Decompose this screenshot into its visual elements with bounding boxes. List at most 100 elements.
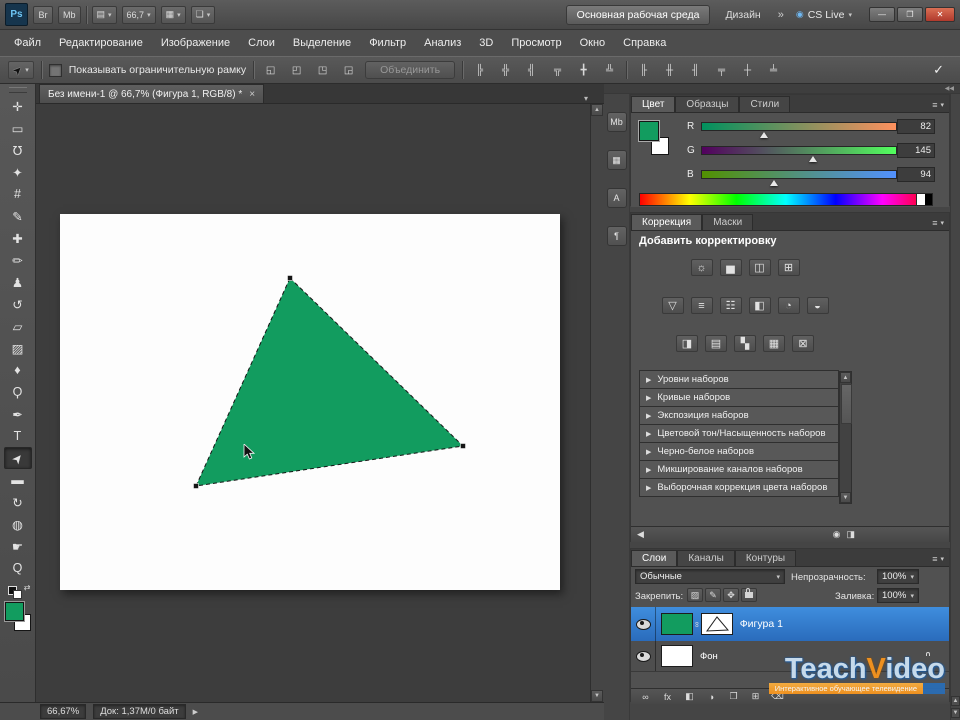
list-item[interactable]: ▶ Экспозиция наборов <box>639 406 839 425</box>
green-value-field[interactable]: 145 <box>897 143 935 158</box>
dock-collapse-strip[interactable]: ◀◀ <box>604 84 960 94</box>
green-slider-track[interactable] <box>701 146 897 155</box>
anchor-point[interactable] <box>460 443 466 449</box>
panel-icon-mini-bridge[interactable]: Mb <box>606 112 627 132</box>
layer-thumbnail[interactable] <box>661 613 693 635</box>
workspace-overflow-button[interactable]: » <box>776 9 785 21</box>
minimize-button[interactable]: — <box>869 7 895 22</box>
move-tool[interactable]: ✛ <box>4 95 32 117</box>
layer-thumbnail[interactable] <box>661 645 693 667</box>
menu-filter[interactable]: Фильтр <box>360 37 415 49</box>
blend-mode-select[interactable]: Обычные ▾ <box>635 569 785 584</box>
crop-tool[interactable]: # <box>4 183 32 205</box>
zoom-level-button[interactable]: 66,7 ▾ <box>121 5 156 24</box>
distribute-vcenter-button[interactable]: ╫ <box>660 61 679 79</box>
path-op-exclude-button[interactable]: ◲ <box>339 61 358 79</box>
menu-image[interactable]: Изображение <box>152 37 239 49</box>
pen-tool[interactable]: ✒ <box>4 403 32 425</box>
tab-styles[interactable]: Стили <box>739 96 791 112</box>
adjustment-curves-button[interactable]: ◫ <box>748 259 771 276</box>
list-item[interactable]: ▶ Черно-белое наборов <box>639 442 839 461</box>
adjustment-hue-saturation-button[interactable]: ≡ <box>690 297 713 314</box>
lock-transparency-button[interactable]: ▨ <box>687 588 703 602</box>
adjustment-gradient-map-button[interactable]: ▦ <box>763 335 785 352</box>
tab-close-icon[interactable]: × <box>249 89 255 100</box>
screen-mode-button[interactable]: ❏ ▾ <box>190 5 216 24</box>
menu-window[interactable]: Окно <box>571 37 615 49</box>
clone-stamp-tool[interactable]: ♟ <box>4 271 32 293</box>
layer-name[interactable]: Фон <box>700 651 718 662</box>
adjustment-posterize-button[interactable]: ▤ <box>705 335 727 352</box>
cs-live-button[interactable]: ◉ CS Live ▾ <box>790 7 858 23</box>
tab-channels[interactable]: Каналы <box>677 550 735 566</box>
spectrum-white-chip[interactable] <box>916 194 925 205</box>
anchor-point[interactable] <box>193 483 199 489</box>
lock-pixels-button[interactable]: ✎ <box>705 588 721 602</box>
menu-select[interactable]: Выделение <box>284 37 360 49</box>
distribute-top-button[interactable]: ╟ <box>634 61 653 79</box>
menu-file[interactable]: Файл <box>5 37 50 49</box>
adjustment-channel-mixer-button[interactable]: ◒ <box>806 297 829 314</box>
tab-swatches[interactable]: Образцы <box>675 96 740 112</box>
path-op-intersect-button[interactable]: ◳ <box>313 61 332 79</box>
menu-edit[interactable]: Редактирование <box>50 37 152 49</box>
panel-icon-paragraph[interactable]: ¶ <box>606 226 627 246</box>
lock-position-button[interactable]: ✥ <box>723 588 739 602</box>
anchor-point[interactable] <box>287 275 293 281</box>
layer-row-background[interactable]: Фон <box>631 641 949 672</box>
menu-view[interactable]: Просмотр <box>502 37 570 49</box>
green-slider[interactable] <box>701 146 897 162</box>
list-item[interactable]: ▶ Выборочная коррекция цвета наборов <box>639 478 839 497</box>
menu-analysis[interactable]: Анализ <box>415 37 470 49</box>
tool-preset-picker[interactable]: ➤ ▾ <box>8 61 34 79</box>
workspace-main-button[interactable]: Основная рабочая среда <box>565 4 711 25</box>
blue-value-field[interactable]: 94 <box>897 167 935 182</box>
link-layers-button[interactable]: ∞ <box>637 692 654 702</box>
status-flyout-icon[interactable]: ▶ <box>193 708 198 716</box>
zoom-tool[interactable]: Q <box>4 557 32 579</box>
adjustment-photo-filter-button[interactable]: ◔ <box>777 297 800 314</box>
adjustment-brightness-contrast-button[interactable]: ☼ <box>690 259 713 276</box>
lock-all-button[interactable] <box>741 588 757 602</box>
green-slider-thumb[interactable] <box>808 156 817 162</box>
align-left-button[interactable]: ╠ <box>470 61 489 79</box>
eraser-tool[interactable]: ▱ <box>4 315 32 337</box>
adjustment-levels-button[interactable]: ▅ <box>719 259 742 276</box>
expanded-view-icon[interactable]: ◨ <box>846 529 855 540</box>
align-top-button[interactable]: ╦ <box>548 61 567 79</box>
layer-row-shape1[interactable]: ∞ Фигура 1 <box>631 607 949 642</box>
path-selection-tool[interactable]: ➤ <box>3 447 32 469</box>
align-vcenter-button[interactable]: ╋ <box>574 61 593 79</box>
tab-paths[interactable]: Контуры <box>734 550 797 566</box>
tab-masks[interactable]: Маски <box>702 214 754 230</box>
distribute-right-button[interactable]: ╧ <box>764 61 783 79</box>
tab-adjustments[interactable]: Коррекция <box>631 214 703 230</box>
distribute-left-button[interactable]: ╤ <box>712 61 731 79</box>
gradient-tool[interactable]: ▨ <box>4 337 32 359</box>
3d-rotate-tool[interactable]: ↻ <box>4 491 32 513</box>
expander-icon[interactable]: ▶ <box>646 394 651 402</box>
red-slider-track[interactable] <box>701 122 897 131</box>
expander-icon[interactable]: ▶ <box>646 412 651 420</box>
scroll-up-icon[interactable]: ▲ <box>591 104 603 116</box>
layer-style-button[interactable]: fx <box>659 692 676 702</box>
type-tool[interactable]: T <box>4 425 32 447</box>
scroll-up-icon[interactable]: ▲ <box>951 696 960 706</box>
expander-icon[interactable]: ▶ <box>646 466 651 474</box>
rectangle-tool[interactable]: ▬ <box>4 469 32 491</box>
combine-button[interactable]: Объединить <box>365 61 456 79</box>
close-button[interactable]: ✕ <box>925 7 955 22</box>
rectangular-marquee-tool[interactable]: ▭ <box>4 117 32 139</box>
blue-slider[interactable] <box>701 170 897 186</box>
adjustment-threshold-button[interactable]: ▚ <box>734 335 756 352</box>
dock-collapse-icon[interactable]: ◀◀ <box>945 85 954 92</box>
menu-layers[interactable]: Слои <box>239 37 284 49</box>
adjustment-color-balance-button[interactable]: ☷ <box>719 297 742 314</box>
align-bottom-button[interactable]: ╩ <box>600 61 619 79</box>
delete-layer-button[interactable]: ⌫ <box>769 691 786 702</box>
blue-slider-thumb[interactable] <box>769 180 778 186</box>
shape-layer-graphic[interactable] <box>60 214 560 590</box>
quick-selection-tool[interactable]: ✦ <box>4 161 32 183</box>
eyedropper-tool[interactable]: ✎ <box>4 205 32 227</box>
expander-icon[interactable]: ▶ <box>646 484 651 492</box>
